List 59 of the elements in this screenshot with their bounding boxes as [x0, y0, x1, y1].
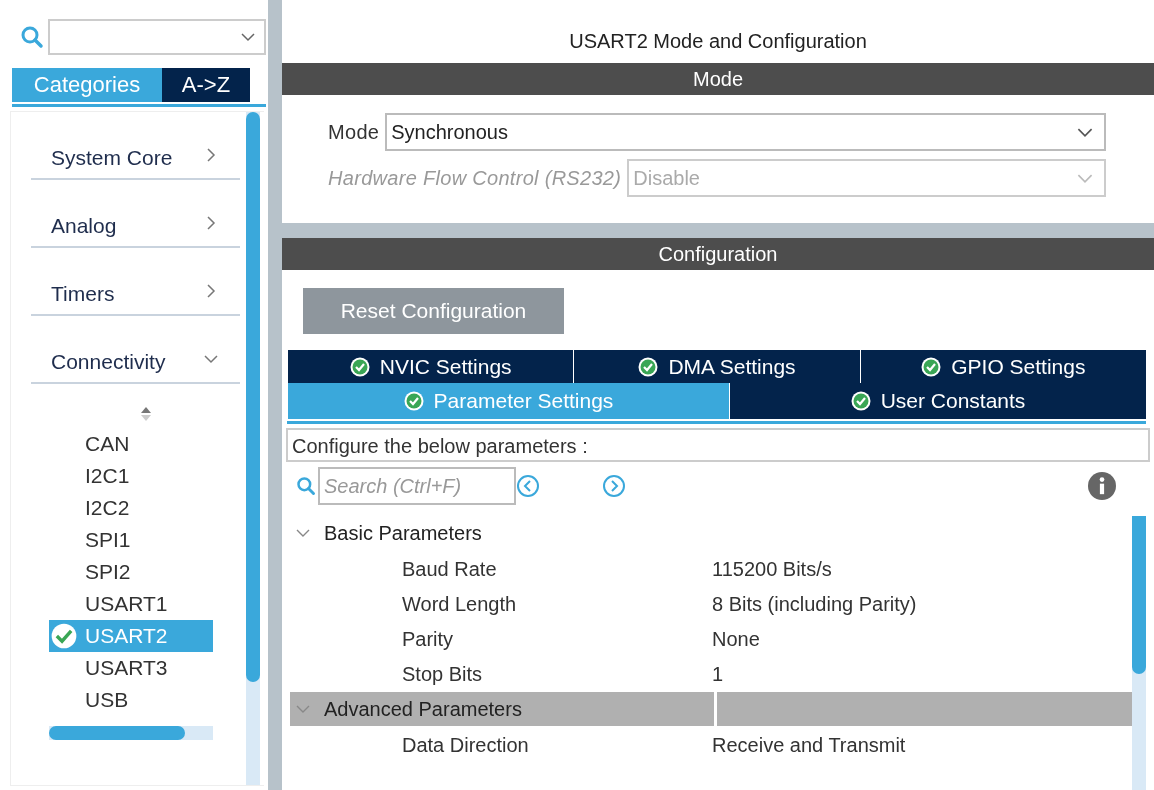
caret-icon	[1076, 172, 1094, 184]
category-item[interactable]: Timers	[31, 248, 240, 316]
check-icon	[51, 623, 77, 649]
category-label: System Core	[51, 146, 173, 170]
field-label: Hardware Flow Control (RS232)	[328, 166, 622, 190]
peripheral-item[interactable]: CAN	[49, 428, 213, 460]
horizontal-scrollbar[interactable]	[49, 726, 213, 740]
parameter-name: Word Length	[402, 593, 518, 616]
parameter-name: Stop Bits	[402, 663, 484, 686]
peripheral-item[interactable]: USB	[49, 684, 213, 716]
parameter-value[interactable]: None	[712, 628, 760, 651]
peripheral-item[interactable]: I2C1	[49, 460, 213, 492]
sort-icon[interactable]	[140, 406, 152, 422]
settings-tab[interactable]: User Constants	[729, 383, 1146, 419]
parameter-name: Baud Rate	[402, 558, 498, 581]
parameter-value[interactable]: 1	[712, 663, 724, 686]
category-label: Connectivity	[51, 350, 166, 374]
peripheral-item[interactable]: USART1	[49, 588, 213, 620]
settings-tab[interactable]: NVIC Settings	[287, 350, 574, 383]
search-combo[interactable]	[48, 19, 266, 55]
next-icon[interactable]	[602, 474, 626, 498]
parameter-value[interactable]: 8 Bits (including Parity)	[712, 593, 917, 616]
category-item[interactable]: System Core	[31, 112, 240, 180]
check-icon	[921, 356, 942, 377]
field-label: Mode	[328, 120, 380, 144]
category-label: Analog	[51, 214, 117, 238]
parameter-value[interactable]: Receive and Transmit	[712, 734, 906, 757]
info-icon[interactable]	[1088, 472, 1116, 500]
peripheral-item[interactable]: SPI2	[49, 556, 213, 588]
peripheral-item[interactable]: USART3	[49, 652, 213, 684]
description-text: Configure the below parameters :	[286, 428, 1150, 462]
previous-icon[interactable]	[516, 474, 540, 498]
sidebar-tab[interactable]: A->Z	[162, 68, 250, 102]
check-icon	[638, 356, 659, 377]
dropdown[interactable]: Synchronous	[385, 113, 1106, 151]
caret-icon	[1076, 126, 1094, 138]
check-icon	[403, 391, 424, 411]
search-field[interactable]: Search (Ctrl+F)	[318, 467, 516, 505]
parameter-value[interactable]: 115200 Bits/s	[712, 558, 832, 581]
section-header: Mode	[282, 63, 1154, 95]
settings-tab[interactable]: DMA Settings	[573, 350, 860, 383]
vertical-scrollbar[interactable]	[1132, 516, 1146, 790]
search-icon	[296, 476, 316, 496]
settings-tab[interactable]: GPIO Settings	[859, 350, 1146, 383]
search-icon	[20, 25, 44, 49]
category-label: Timers	[51, 282, 115, 306]
group-row[interactable]: Basic Parameters	[290, 516, 1132, 550]
peripheral-item[interactable]: I2C2	[49, 492, 213, 524]
check-icon	[850, 391, 871, 411]
caret-icon	[240, 32, 256, 42]
vertical-scrollbar[interactable]	[246, 112, 260, 785]
section-header: Configuration	[282, 238, 1154, 270]
panel-title: USART2 Mode and Configuration	[568, 29, 868, 54]
peripheral-item[interactable]: SPI1	[49, 524, 213, 556]
parameter-name: Data Direction	[402, 734, 530, 757]
category-item[interactable]: Analog	[31, 180, 240, 248]
check-icon	[349, 356, 370, 377]
parameter-name: Parity	[402, 628, 455, 651]
category-item[interactable]: Connectivity	[31, 316, 240, 384]
